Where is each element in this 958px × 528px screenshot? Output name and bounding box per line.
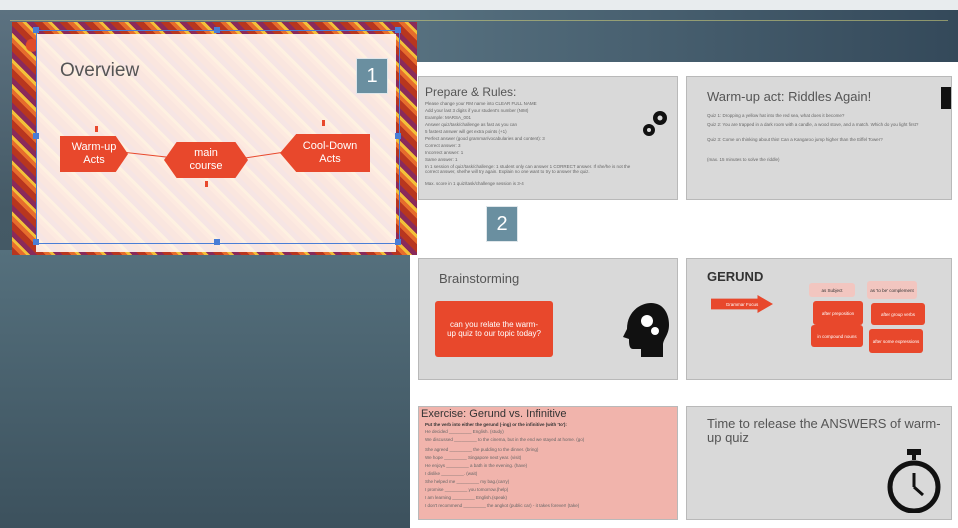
exercise-line: I dislike _________. (wait): [425, 471, 478, 476]
exercise-line: I don't recommend _________ the angkot (…: [425, 503, 580, 508]
riddle-line: Quiz 2: You are trapped in a dark room w…: [707, 122, 919, 127]
prepare-line: Please change your RM name into CLEAR FU…: [425, 101, 537, 106]
riddles-title: Warm-up act: Riddles Again!: [707, 89, 872, 104]
exercise-line: We hope _________ Singapore next year. (…: [425, 455, 522, 460]
gerund-box-group-verbs: after group verbs: [871, 303, 925, 325]
exercise-title: Exercise: Gerund vs. Infinitive: [421, 408, 567, 420]
slide-number-badge-1: 1: [356, 58, 388, 94]
riddle-line: (max. 15 minutes to solve the riddle): [707, 157, 780, 162]
resize-handle-tl[interactable]: [33, 27, 39, 33]
exercise-line: She helped me _________ my bag.(carry): [425, 479, 510, 484]
prepare-line: Add your last 3 digits if your student's…: [425, 108, 529, 113]
prepare-line: Correct answer: 3: [425, 143, 461, 148]
left-background: [0, 250, 410, 528]
resize-handle-br[interactable]: [395, 239, 401, 245]
head-gears-icon: [623, 303, 669, 357]
gerund-box-preposition: after preposition: [813, 301, 863, 325]
slide-gerund[interactable]: GERUND Grammar Focus as Subject as 'to b…: [686, 258, 952, 380]
exercise-line: He enjoys _________ a bath in the evenin…: [425, 463, 528, 468]
resize-handle-bl[interactable]: [33, 239, 39, 245]
exercise-line: She agreed _________ the pudding to the …: [425, 447, 539, 452]
prepare-line: 5 fastest answer will get extra points (…: [425, 129, 507, 134]
stopwatch-icon: [887, 449, 941, 513]
slide-prepare-rules[interactable]: Prepare & Rules: Please change your RM n…: [418, 76, 678, 200]
header-band: [420, 10, 958, 70]
frame-line: [10, 20, 948, 21]
prepare-line: Answer quiz/task/challenge as fast as yo…: [425, 122, 518, 127]
gears-icon: [643, 111, 667, 136]
exercise-line: We discussed _________ to the cinema, bu…: [425, 437, 585, 442]
prepare-line: Max. score in 1 quiz/task/challenge sess…: [425, 181, 524, 186]
prepare-line: Perfect answer (good grammar/vocabularie…: [425, 136, 545, 141]
slide-number-badge-2: 2: [486, 206, 518, 242]
gerund-box-compound-nouns: in compound nouns: [811, 325, 863, 347]
exercise-line: I am learning _________ English.(speak): [425, 495, 508, 500]
slide-answers[interactable]: Time to release the ANSWERS of warm-up q…: [686, 406, 952, 520]
gerund-box-expressions: after some expressions: [869, 329, 923, 353]
top-strip: [0, 0, 958, 10]
gerund-complement-box: as 'to be' complement: [867, 281, 917, 299]
resize-handle-r[interactable]: [395, 133, 401, 139]
grammar-focus-arrow: Grammar Focus: [711, 295, 773, 313]
riddle-line: Quiz 3: Come on thinking about this! Can…: [707, 137, 883, 142]
prepare-title: Prepare & Rules:: [425, 85, 517, 99]
resize-handle-l[interactable]: [33, 133, 39, 139]
gerund-subject-box: as Subject: [809, 283, 855, 297]
riddle-line: Quiz 1: Dropping a yellow hat into the r…: [707, 113, 845, 118]
exercise-line: He decided _________ English. (study): [425, 429, 504, 434]
answers-title: Time to release the ANSWERS of warm-up q…: [707, 416, 941, 445]
exercise-line: I promise _________ you tomorrow.(help): [425, 487, 509, 492]
exercise-instruction: Put the verb into either the gerund (-in…: [425, 422, 567, 427]
prepare-line: In 1 session of quiz/task/challenge: 1 s…: [425, 164, 631, 174]
resize-handle-tr[interactable]: [395, 27, 401, 33]
puzzle-icon: [941, 87, 951, 109]
slide-exercise[interactable]: Exercise: Gerund vs. Infinitive Put the …: [418, 406, 678, 520]
prepare-line: Example: MARSA_001: [425, 115, 472, 120]
prepare-line: Same answer: 1: [425, 157, 458, 162]
resize-handle-t[interactable]: [214, 27, 220, 33]
brainstorming-question: can you relate the warm-up quiz to our t…: [435, 301, 553, 357]
gerund-title: GERUND: [707, 269, 764, 284]
slide-riddles[interactable]: Warm-up act: Riddles Again! Quiz 1: Drop…: [686, 76, 952, 200]
brainstorming-title: Brainstorming: [439, 271, 520, 286]
resize-handle-b[interactable]: [214, 239, 220, 245]
slide-brainstorming[interactable]: Brainstorming can you relate the warm-up…: [418, 258, 678, 380]
prepare-line: Incorrect answer: 1: [425, 150, 464, 155]
selection-box[interactable]: [36, 30, 400, 244]
